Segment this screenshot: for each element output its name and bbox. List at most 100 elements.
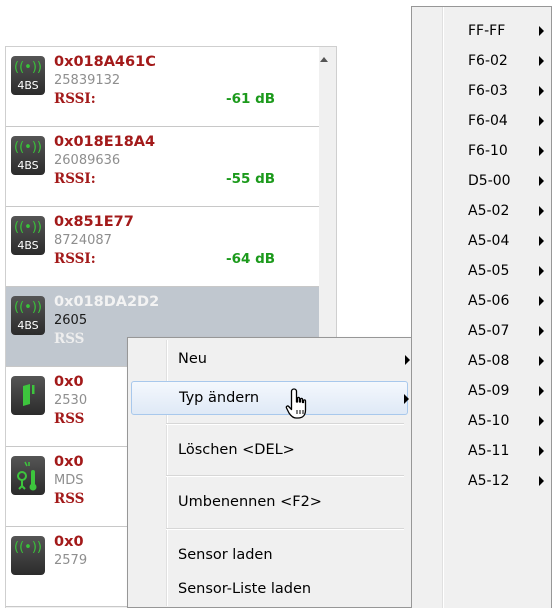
type-label: F6-02 xyxy=(468,53,508,69)
type-item[interactable]: A5-02 xyxy=(412,196,551,226)
radio-signal-icon: ((•)) 4BS xyxy=(11,136,45,175)
menu-item-label: Neu xyxy=(178,351,207,367)
rssi-label: RSSI: xyxy=(54,91,96,107)
submenu-arrow-icon xyxy=(539,356,544,366)
type-label: F6-04 xyxy=(468,113,508,129)
type-item[interactable]: D5-00 xyxy=(412,166,551,196)
device-number: 26089636 xyxy=(54,153,121,168)
submenu-arrow-icon xyxy=(539,206,544,216)
device-number: 2579 xyxy=(54,553,88,568)
menu-item-label: Typ ändern xyxy=(179,390,260,406)
door-contact-icon xyxy=(11,376,45,415)
device-number: 25839132 xyxy=(54,73,121,88)
submenu-arrow-icon xyxy=(539,236,544,246)
type-label: A5-06 xyxy=(468,293,510,309)
type-label: F6-10 xyxy=(468,143,508,159)
type-submenu: FF-FF F6-02 F6-03 F6-04 F6-10 D5-00 A5-0… xyxy=(411,6,552,608)
submenu-arrow-icon xyxy=(539,176,544,186)
menu-item-label: Löschen <DEL> xyxy=(178,442,295,458)
type-item[interactable]: F6-04 xyxy=(412,106,551,136)
device-row[interactable]: ((•)) 4BS 0x018A461C 25839132 RSSI: -61 … xyxy=(6,47,319,127)
menu-item-change-type[interactable]: Typ ändern xyxy=(131,381,409,415)
radio-signal-icon: ((•)) xyxy=(11,536,45,575)
type-item[interactable]: FF-FF xyxy=(412,16,551,46)
radio-signal-icon: ((•)) 4BS xyxy=(11,296,45,335)
rssi-value: -64 dB xyxy=(226,251,276,267)
type-item[interactable]: A5-12 xyxy=(412,466,551,496)
rssi-value: -61 dB xyxy=(226,91,276,107)
type-item[interactable]: A5-05 xyxy=(412,256,551,286)
menu-separator xyxy=(166,528,404,530)
type-badge: 4BS xyxy=(17,239,39,252)
device-row[interactable]: ((•)) 4BS 0x851E77 8724087 RSSI: -64 dB xyxy=(6,207,319,287)
rssi-label: RSS xyxy=(54,331,85,347)
device-id: 0x018E18A4 xyxy=(54,134,156,150)
type-item[interactable]: A5-09 xyxy=(412,376,551,406)
menu-item-load-sensor[interactable]: Sensor laden xyxy=(131,539,408,573)
type-item[interactable]: A5-06 xyxy=(412,286,551,316)
submenu-arrow-icon xyxy=(539,56,544,66)
type-label: A5-10 xyxy=(468,413,510,429)
type-label: A5-07 xyxy=(468,323,510,339)
type-label: D5-00 xyxy=(468,173,511,189)
type-badge: 4BS xyxy=(17,159,39,172)
submenu-arrow-icon xyxy=(539,266,544,276)
type-label: A5-04 xyxy=(468,233,510,249)
type-label: A5-05 xyxy=(468,263,510,279)
menu-item-label: Sensor laden xyxy=(178,547,273,563)
menu-separator xyxy=(166,475,404,477)
device-number: 8724087 xyxy=(54,233,112,248)
type-label: A5-08 xyxy=(468,353,510,369)
radio-signal-icon: ((•)) 4BS xyxy=(11,216,45,255)
menu-item-delete[interactable]: Löschen <DEL> xyxy=(131,434,408,468)
submenu-arrow-icon xyxy=(404,394,409,404)
type-badge: 4BS xyxy=(17,79,39,92)
submenu-arrow-icon xyxy=(539,386,544,396)
type-item[interactable]: A5-07 xyxy=(412,316,551,346)
motion-temperature-icon xyxy=(11,456,45,495)
submenu-arrow-icon xyxy=(539,116,544,126)
device-number: 2530 xyxy=(54,393,88,408)
scroll-up-arrow-icon[interactable] xyxy=(320,57,328,62)
menu-item-rename[interactable]: Umbenennen <F2> xyxy=(131,486,408,520)
type-item[interactable]: A5-11 xyxy=(412,436,551,466)
submenu-arrow-icon xyxy=(405,355,410,365)
rssi-label: RSS xyxy=(54,491,85,507)
device-id: 0x0 xyxy=(54,374,84,390)
submenu-arrow-icon xyxy=(539,26,544,36)
type-item[interactable]: F6-03 xyxy=(412,76,551,106)
type-item[interactable]: F6-02 xyxy=(412,46,551,76)
device-id: 0x018DA2D2 xyxy=(54,294,160,310)
device-id: 0x851E77 xyxy=(54,214,134,230)
type-label: A5-02 xyxy=(468,203,510,219)
submenu-arrow-icon xyxy=(539,146,544,156)
context-menu: Neu Typ ändern Löschen <DEL> Umbenennen … xyxy=(127,337,412,608)
rssi-label: RSSI: xyxy=(54,171,96,187)
hand-cursor-icon xyxy=(285,387,315,427)
radio-signal-icon: ((•)) 4BS xyxy=(11,56,45,95)
device-row[interactable]: ((•)) 4BS 0x018E18A4 26089636 RSSI: -55 … xyxy=(6,127,319,207)
rssi-label: RSSI: xyxy=(54,251,96,267)
type-label: A5-11 xyxy=(468,443,510,459)
type-label: F6-03 xyxy=(468,83,508,99)
menu-item-label: Sensor-Liste laden xyxy=(178,581,312,597)
submenu-arrow-icon xyxy=(539,446,544,456)
device-id: 0x0 xyxy=(54,454,84,470)
rssi-label: RSS xyxy=(54,411,85,427)
type-item[interactable]: A5-10 xyxy=(412,406,551,436)
submenu-arrow-icon xyxy=(539,326,544,336)
menu-item-new[interactable]: Neu xyxy=(131,343,410,377)
type-item[interactable]: F6-10 xyxy=(412,136,551,166)
device-number: 2605 xyxy=(54,313,88,328)
submenu-arrow-icon xyxy=(539,476,544,486)
menu-item-load-sensor-list[interactable]: Sensor-Liste laden xyxy=(131,573,408,607)
rssi-value: -55 dB xyxy=(226,171,276,187)
device-number: MDS xyxy=(54,473,84,488)
type-label: FF-FF xyxy=(468,23,506,39)
submenu-arrow-icon xyxy=(539,416,544,426)
type-label: A5-12 xyxy=(468,473,510,489)
type-badge: 4BS xyxy=(17,319,39,332)
type-item[interactable]: A5-04 xyxy=(412,226,551,256)
type-item[interactable]: A5-08 xyxy=(412,346,551,376)
submenu-arrow-icon xyxy=(539,86,544,96)
